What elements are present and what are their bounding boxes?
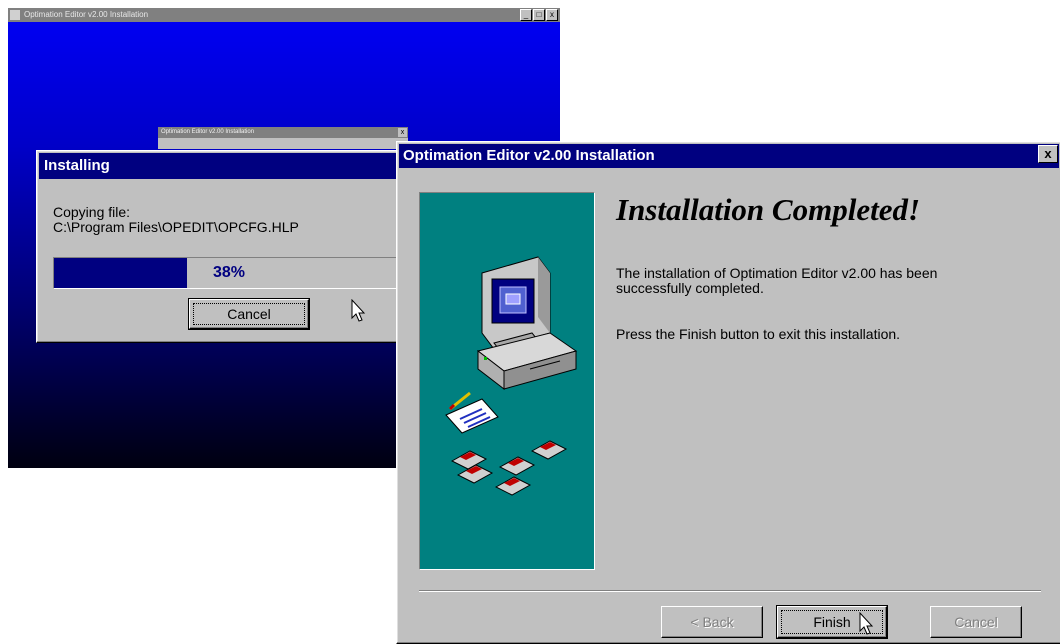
installing-dialog: Installing Copying file: C:\Program File… <box>36 150 418 343</box>
completion-message: The installation of Optimation Editor v2… <box>616 265 938 296</box>
floppy-disk-icon <box>450 440 568 496</box>
setup-app-icon <box>10 10 20 20</box>
back-button[interactable]: < Back <box>661 606 763 638</box>
mouse-cursor-icon <box>351 299 366 322</box>
maximize-button[interactable]: □ <box>533 9 545 21</box>
progress-bar: 38% <box>53 257 405 289</box>
wizard-image-panel <box>419 192 595 570</box>
copying-file-label: Copying file: C:\Program Files\OPEDIT\OP… <box>53 205 299 235</box>
completion-heading: Installation Completed! <box>616 192 921 227</box>
collapsed-window-close-button[interactable]: x <box>398 128 407 137</box>
installing-dialog-title: Installing <box>39 153 415 179</box>
background-window-titlebar: Optimation Editor v2.00 Installation _ □… <box>8 8 560 22</box>
close-button[interactable]: x <box>1038 145 1058 163</box>
back-button-label: < Back <box>690 614 734 630</box>
document-icon <box>445 391 499 434</box>
copying-label: Copying file: <box>53 204 131 220</box>
collapsed-window: Optimation Editor v2.00 Installation x <box>158 127 408 149</box>
main-dialog-title: Optimation Editor v2.00 Installation <box>399 144 1059 168</box>
computer-icon <box>445 256 578 496</box>
window-controls: _ □ x <box>520 9 558 21</box>
finish-instruction: Press the Finish button to exit this ins… <box>616 326 901 342</box>
close-button[interactable]: x <box>546 9 558 21</box>
progress-percent: 38% <box>212 264 246 281</box>
collapsed-window-titlebar: Optimation Editor v2.00 Installation x <box>158 127 408 138</box>
cancel-button-disabled[interactable]: Cancel <box>930 606 1022 638</box>
mouse-cursor-icon <box>859 612 874 635</box>
installation-completed-dialog: Optimation Editor v2.00 Installation x I… <box>396 141 1060 644</box>
button-divider <box>419 590 1041 592</box>
background-window-title: Optimation Editor v2.00 Installation <box>24 10 149 19</box>
minimize-button[interactable]: _ <box>520 9 532 21</box>
file-path: C:\Program Files\OPEDIT\OPCFG.HLP <box>53 219 299 235</box>
cancel-button-label: Cancel <box>954 614 998 630</box>
cancel-button[interactable]: Cancel <box>188 298 310 330</box>
collapsed-window-title: Optimation Editor v2.00 Installation <box>161 129 255 135</box>
cancel-button-label: Cancel <box>193 303 305 325</box>
